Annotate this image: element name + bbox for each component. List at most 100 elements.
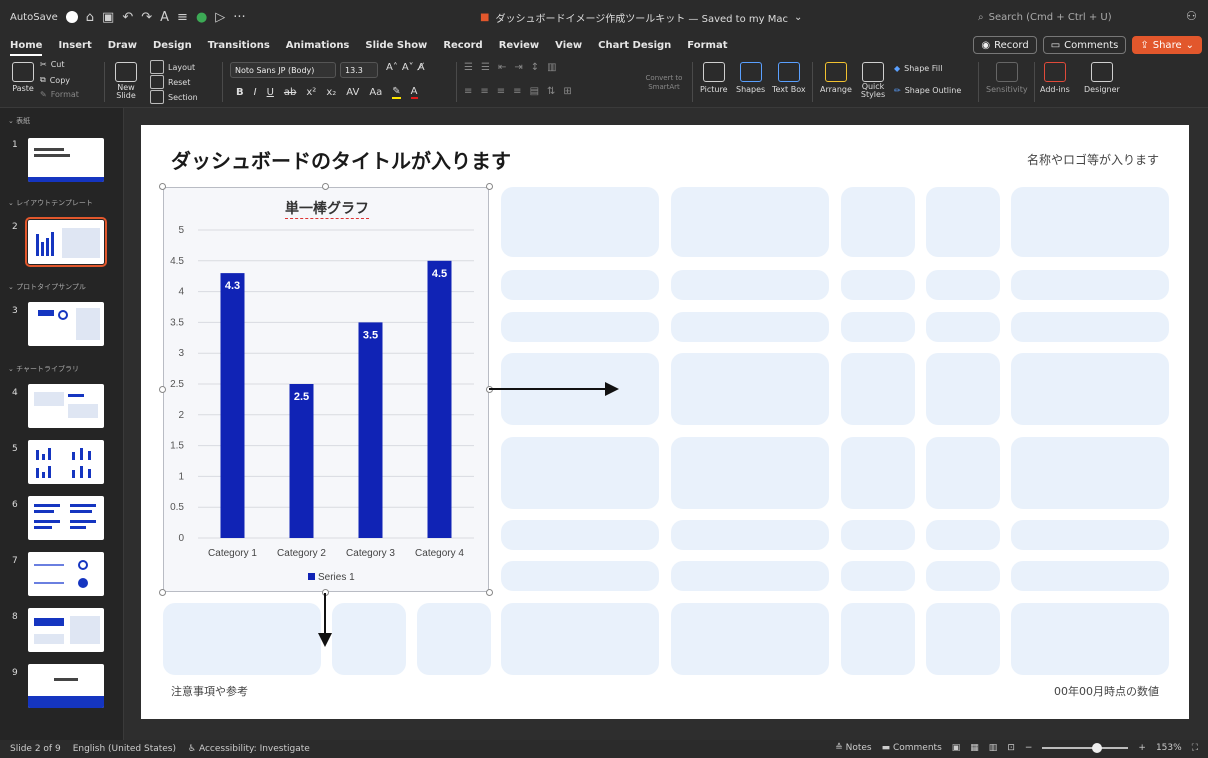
underline-icon[interactable]: U <box>267 87 274 98</box>
slide-subtitle[interactable]: 名称やロゴ等が入ります <box>1027 151 1159 168</box>
font-color-icon[interactable]: A <box>410 86 418 99</box>
distributed-icon[interactable]: ▤ <box>530 86 539 97</box>
font-family-select[interactable]: Noto Sans JP (Body) <box>230 62 336 78</box>
resize-handle[interactable] <box>486 589 493 596</box>
highlight-icon[interactable]: ✎ <box>392 86 401 99</box>
char-spacing-icon[interactable]: AV <box>346 87 359 98</box>
slide-date-note[interactable]: 00年00月時点の数値 <box>1054 683 1159 699</box>
accessibility-button[interactable]: ♿︎ Accessibility: Investigate <box>188 744 310 754</box>
tab-draw[interactable]: Draw <box>108 40 137 51</box>
zoom-out-icon[interactable]: − <box>1025 743 1033 753</box>
resize-handle[interactable] <box>486 183 493 190</box>
slide-thumbnail-9[interactable] <box>28 664 104 708</box>
tab-animations[interactable]: Animations <box>286 40 350 51</box>
designer-button[interactable]: Designer <box>1084 62 1120 94</box>
section-header-prototype[interactable]: ⌄ プロトタイプサンプル <box>8 282 86 292</box>
change-case-icon[interactable]: Aa <box>369 87 382 98</box>
justify-icon[interactable]: ≡ <box>513 86 521 97</box>
tab-record[interactable]: Record <box>443 40 482 51</box>
increase-indent-icon[interactable]: ⇥ <box>514 62 522 73</box>
tab-chart-design[interactable]: Chart Design <box>598 40 671 51</box>
language-indicator[interactable]: English (United States) <box>73 744 176 754</box>
arrow-right-shape[interactable] <box>489 382 619 396</box>
increase-font-icon[interactable]: A˄ <box>386 62 398 73</box>
numbering-icon[interactable]: ☰ <box>481 62 490 73</box>
picture-button[interactable]: Picture <box>700 62 728 94</box>
quick-styles-button[interactable]: Quick Styles <box>860 62 886 99</box>
tab-home[interactable]: Home <box>10 40 43 56</box>
chevron-down-icon[interactable]: ⌄ <box>794 12 802 23</box>
convert-smartart-button[interactable]: Convert to SmartArt <box>642 74 686 92</box>
arrange-button[interactable]: Arrange <box>820 62 852 94</box>
superscript-icon[interactable]: x² <box>306 87 316 98</box>
zoom-level[interactable]: 153% <box>1156 743 1182 753</box>
comments-button[interactable]: ▭ Comments <box>1042 36 1127 54</box>
more-icon[interactable]: ··· <box>233 10 245 25</box>
shape-outline-button[interactable]: ✏ Shape Outline <box>894 86 961 95</box>
bullets-icon[interactable]: ☰ <box>464 62 473 73</box>
tab-review[interactable]: Review <box>499 40 539 51</box>
notes-button[interactable]: ≙ Notes <box>835 743 871 753</box>
account-icon[interactable]: ⚇ <box>1186 9 1197 23</box>
arrow-down-shape[interactable] <box>318 593 332 647</box>
comments-status-button[interactable]: ▬ Comments <box>882 743 942 753</box>
slide-thumbnail-4[interactable] <box>28 384 104 428</box>
cut-button[interactable]: ✂ Cut <box>40 60 65 69</box>
normal-view-icon[interactable]: ▣ <box>952 743 961 753</box>
zoom-in-icon[interactable]: + <box>1138 743 1146 753</box>
bar[interactable] <box>358 322 383 538</box>
tab-format[interactable]: Format <box>687 40 727 51</box>
font-size-select[interactable]: 13.3 <box>340 62 378 78</box>
record-dot-icon[interactable]: ● <box>196 10 207 25</box>
redo-icon[interactable]: ↷ <box>141 10 152 25</box>
section-header-layout[interactable]: ⌄ レイアウトテンプレート <box>8 198 93 208</box>
section-header-cover[interactable]: ⌄ 表紙 <box>8 116 30 126</box>
slide-thumbnail-3[interactable] <box>28 302 104 346</box>
align-text-icon[interactable]: ⊞ <box>563 86 571 97</box>
save-icon[interactable]: ▣ <box>102 10 114 25</box>
slide-thumbnail-6[interactable] <box>28 496 104 540</box>
subscript-icon[interactable]: x₂ <box>326 87 336 98</box>
decrease-indent-icon[interactable]: ⇤ <box>498 62 506 73</box>
bar-chart-object[interactable]: 単一棒グラフ 0 0.5 1 1.5 2 2.5 3 3.5 4 4.5 5 4.3 Category … <box>163 187 489 592</box>
zoom-slider-knob[interactable] <box>1092 743 1103 753</box>
section-button[interactable]: Section <box>150 90 198 104</box>
align-center-icon[interactable]: ≡ <box>480 86 488 97</box>
tab-design[interactable]: Design <box>153 40 192 51</box>
slide-sorter-icon[interactable]: ▦ <box>970 743 979 753</box>
slide-thumbnail-8[interactable] <box>28 608 104 652</box>
fit-slide-icon[interactable]: ⛶ <box>1192 743 1198 753</box>
paste-button[interactable]: Paste <box>12 62 34 93</box>
text-direction-icon[interactable]: ⇅ <box>547 86 555 97</box>
resize-handle[interactable] <box>159 589 166 596</box>
copy-button[interactable]: ⧉ Copy <box>40 75 70 85</box>
slide-thumbnail-7[interactable] <box>28 552 104 596</box>
layout-button[interactable]: Layout <box>150 60 195 74</box>
slide-canvas[interactable]: ダッシュボードのタイトルが入ります 名称やロゴ等が入ります 単一棒グラフ 0 0… <box>141 125 1189 719</box>
line-spacing-icon[interactable]: ↕ <box>531 62 539 73</box>
bar[interactable] <box>427 260 452 538</box>
slide-title[interactable]: ダッシュボードのタイトルが入ります <box>171 145 511 174</box>
slide-footnote[interactable]: 注意事項や参考 <box>171 683 248 699</box>
record-button[interactable]: ◉ Record <box>973 36 1037 54</box>
align-left-icon[interactable]: ≡ <box>464 86 472 97</box>
resize-handle[interactable] <box>322 183 329 190</box>
tab-insert[interactable]: Insert <box>58 40 91 51</box>
font-size-controls[interactable]: A˄ A˅ A̸ <box>386 62 425 73</box>
resize-handle[interactable] <box>159 183 166 190</box>
align-icon[interactable]: ≡ <box>177 10 188 25</box>
slide-thumbnail-5[interactable] <box>28 440 104 484</box>
share-button[interactable]: ⇪ Share ⌄ <box>1132 36 1202 54</box>
presenter-icon[interactable]: ⊡ <box>1007 743 1015 753</box>
play-icon[interactable]: ▷ <box>215 10 225 25</box>
home-icon[interactable]: ⌂ <box>86 10 94 25</box>
clear-format-icon[interactable]: A̸ <box>418 62 425 73</box>
autosave-toggle[interactable] <box>65 11 78 23</box>
tab-slide-show[interactable]: Slide Show <box>365 40 427 51</box>
format-painter-button[interactable]: ✎ Format <box>40 90 79 99</box>
tab-transitions[interactable]: Transitions <box>208 40 270 51</box>
align-right-icon[interactable]: ≡ <box>497 86 505 97</box>
add-ins-button[interactable]: Add-ins <box>1040 62 1070 94</box>
slide-thumbnail-1[interactable] <box>28 138 104 182</box>
sensitivity-button[interactable]: Sensitivity <box>986 62 1028 94</box>
